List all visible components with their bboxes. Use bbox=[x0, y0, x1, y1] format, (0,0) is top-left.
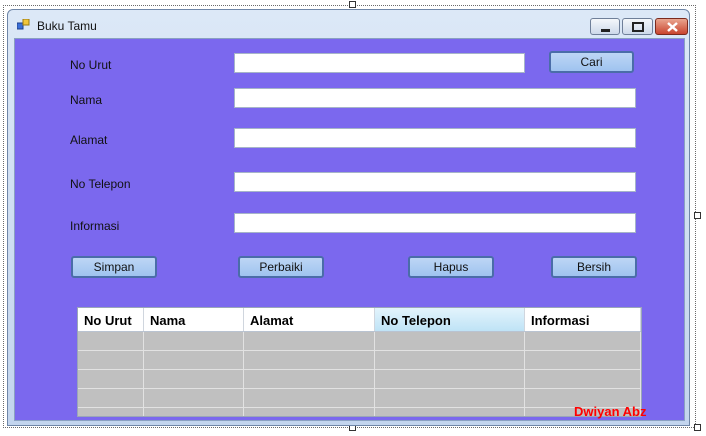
grid-cell[interactable] bbox=[78, 370, 144, 388]
grid-row[interactable] bbox=[78, 408, 641, 416]
maximize-button[interactable] bbox=[622, 18, 653, 35]
grid-row[interactable] bbox=[78, 351, 641, 370]
grid-cell[interactable] bbox=[375, 332, 525, 350]
grid-cell[interactable] bbox=[144, 332, 244, 350]
perbaiki-button[interactable]: Perbaiki bbox=[238, 256, 324, 278]
column-header-no-urut[interactable]: No Urut bbox=[78, 308, 144, 331]
grid-cell[interactable] bbox=[244, 370, 375, 388]
grid-cell[interactable] bbox=[144, 370, 244, 388]
application-icon bbox=[17, 19, 30, 30]
form-client-area: No Urut Cari Nama Alamat No Telepon Info… bbox=[14, 38, 685, 421]
grid-row[interactable] bbox=[78, 370, 641, 389]
title-bar[interactable]: Buku Tamu bbox=[8, 10, 689, 38]
minimize-button[interactable] bbox=[590, 18, 620, 35]
simpan-button[interactable]: Simpan bbox=[71, 256, 157, 278]
grid-cell[interactable] bbox=[144, 351, 244, 369]
hapus-button[interactable]: Hapus bbox=[408, 256, 494, 278]
grid-cell[interactable] bbox=[375, 370, 525, 388]
close-button[interactable] bbox=[655, 18, 688, 35]
data-grid[interactable]: No Urut Nama Alamat No Telepon Informasi bbox=[77, 307, 642, 417]
perbaiki-button-label: Perbaiki bbox=[259, 260, 303, 274]
nama-label: Nama bbox=[70, 93, 103, 107]
nama-input[interactable] bbox=[234, 88, 636, 108]
resize-handle-right[interactable] bbox=[694, 212, 701, 219]
form-window: Buku Tamu No Urut Cari Nama Alamat No Te… bbox=[7, 9, 690, 426]
bersih-button-label: Bersih bbox=[576, 260, 611, 274]
grid-header-row: No Urut Nama Alamat No Telepon Informasi bbox=[78, 308, 641, 332]
column-header-alamat[interactable]: Alamat bbox=[244, 308, 375, 331]
cari-button-label: Cari bbox=[580, 55, 603, 69]
author-watermark: Dwiyan Abz bbox=[574, 404, 647, 419]
window-title: Buku Tamu bbox=[37, 19, 97, 33]
no-urut-label: No Urut bbox=[70, 58, 112, 72]
grid-cell[interactable] bbox=[375, 408, 525, 416]
no-telepon-label: No Telepon bbox=[70, 177, 131, 191]
grid-cell[interactable] bbox=[525, 351, 641, 369]
grid-row[interactable] bbox=[78, 332, 641, 351]
grid-cell[interactable] bbox=[78, 408, 144, 416]
grid-cell[interactable] bbox=[78, 389, 144, 407]
maximize-icon bbox=[632, 22, 644, 32]
hapus-button-label: Hapus bbox=[433, 260, 469, 274]
alamat-input[interactable] bbox=[234, 128, 636, 148]
cari-button[interactable]: Cari bbox=[549, 51, 634, 73]
bersih-button[interactable]: Bersih bbox=[551, 256, 637, 278]
resize-handle-top[interactable] bbox=[349, 1, 356, 8]
grid-cell[interactable] bbox=[144, 408, 244, 416]
simpan-button-label: Simpan bbox=[93, 260, 135, 274]
minimize-icon bbox=[601, 29, 610, 32]
grid-cell[interactable] bbox=[244, 408, 375, 416]
resize-handle-corner[interactable] bbox=[694, 424, 701, 431]
grid-cell[interactable] bbox=[144, 389, 244, 407]
column-header-no-telepon[interactable]: No Telepon bbox=[375, 308, 525, 331]
grid-cell[interactable] bbox=[525, 370, 641, 388]
grid-cell[interactable] bbox=[244, 351, 375, 369]
grid-cell[interactable] bbox=[244, 389, 375, 407]
grid-cell[interactable] bbox=[375, 351, 525, 369]
grid-cell[interactable] bbox=[375, 389, 525, 407]
close-icon bbox=[667, 22, 678, 32]
column-header-nama[interactable]: Nama bbox=[144, 308, 244, 331]
informasi-label: Informasi bbox=[70, 219, 120, 233]
informasi-input[interactable] bbox=[234, 213, 636, 233]
grid-cell[interactable] bbox=[244, 332, 375, 350]
grid-cell[interactable] bbox=[78, 332, 144, 350]
no-telepon-input[interactable] bbox=[234, 172, 636, 192]
grid-cell[interactable] bbox=[78, 351, 144, 369]
grid-row[interactable] bbox=[78, 389, 641, 408]
grid-cell[interactable] bbox=[525, 332, 641, 350]
alamat-label: Alamat bbox=[70, 133, 108, 147]
no-urut-input[interactable] bbox=[234, 53, 525, 73]
column-header-informasi[interactable]: Informasi bbox=[525, 308, 641, 331]
